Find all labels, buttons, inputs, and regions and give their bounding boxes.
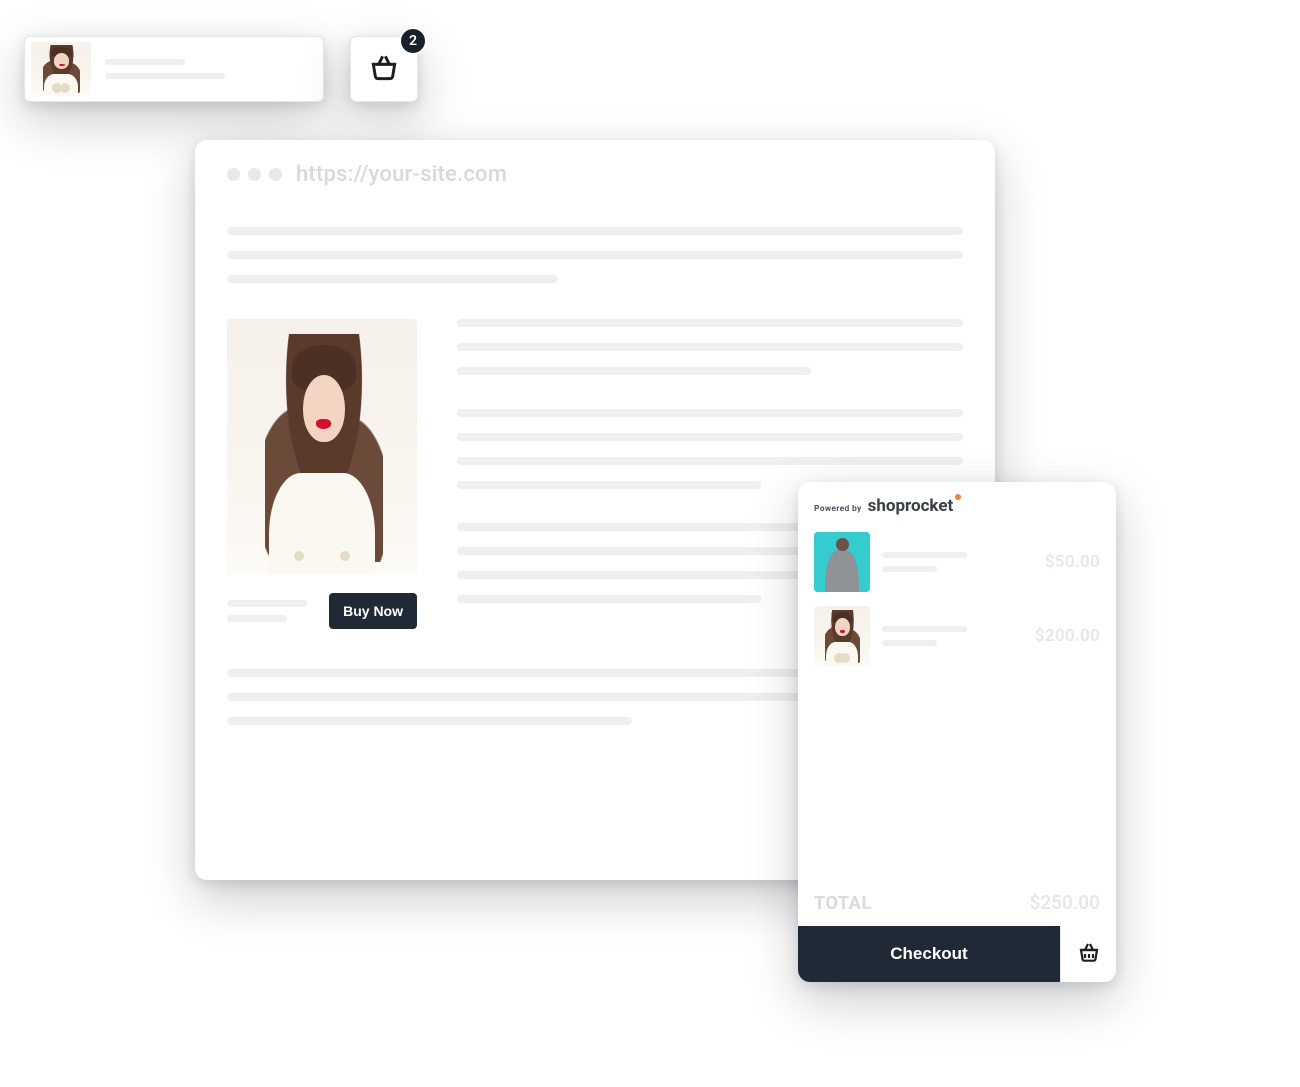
mini-product-thumb — [31, 42, 91, 96]
cart-item-thumb — [814, 532, 870, 592]
woman-photo — [31, 42, 91, 96]
cart-badge: 2 — [399, 27, 427, 55]
cart-panel: Powered by shoprocket $50.00 — [798, 482, 1116, 982]
basket-icon — [1077, 940, 1101, 968]
mini-product-widget[interactable] — [24, 36, 324, 102]
brand-text: shoprocket — [868, 496, 954, 516]
mini-product-text — [105, 59, 317, 79]
product-meta: Buy Now — [227, 593, 417, 629]
cart-items: $50.00 $200.00 — [798, 522, 1116, 680]
cart-total-label: TOTAL — [814, 893, 872, 914]
cart-item[interactable]: $200.00 — [814, 606, 1100, 666]
product-title-placeholder — [227, 600, 319, 622]
checkout-row: Checkout — [798, 926, 1116, 982]
cart-item-title-placeholder — [882, 552, 1025, 572]
cart-panel-header: Powered by shoprocket — [798, 482, 1116, 522]
cart-item-thumb — [814, 606, 870, 666]
woman-photo — [814, 606, 870, 666]
cart-item-price: $50.00 — [1045, 552, 1100, 572]
woman-photo — [227, 319, 417, 575]
product-column: Buy Now — [227, 319, 417, 629]
cart-total-amount: $250.00 — [1029, 891, 1100, 914]
header-placeholder-text — [227, 227, 963, 283]
cart-item[interactable]: $50.00 — [814, 532, 1100, 592]
traffic-dot — [227, 168, 240, 181]
checkout-basket-button[interactable] — [1060, 926, 1116, 982]
product-image[interactable] — [227, 319, 417, 575]
cart-item-price: $200.00 — [1035, 626, 1100, 646]
checkout-button[interactable]: Checkout — [798, 926, 1060, 982]
traffic-lights — [227, 168, 282, 181]
stage: 2 https://your-site.com — [0, 0, 1300, 1087]
traffic-dot — [248, 168, 261, 181]
buy-now-button[interactable]: Buy Now — [329, 593, 417, 629]
powered-by-label: Powered by — [814, 504, 862, 514]
basket-icon — [368, 51, 400, 87]
brand-name: shoprocket — [868, 496, 954, 516]
cart-item-title-placeholder — [882, 626, 1015, 646]
traffic-dot — [269, 168, 282, 181]
man-photo — [814, 532, 870, 592]
cart-button[interactable]: 2 — [350, 36, 418, 102]
cart-total-row: TOTAL $250.00 — [798, 891, 1116, 926]
browser-chrome: https://your-site.com — [227, 162, 963, 187]
brand-dot-icon — [955, 494, 961, 500]
address-bar[interactable]: https://your-site.com — [296, 162, 507, 187]
